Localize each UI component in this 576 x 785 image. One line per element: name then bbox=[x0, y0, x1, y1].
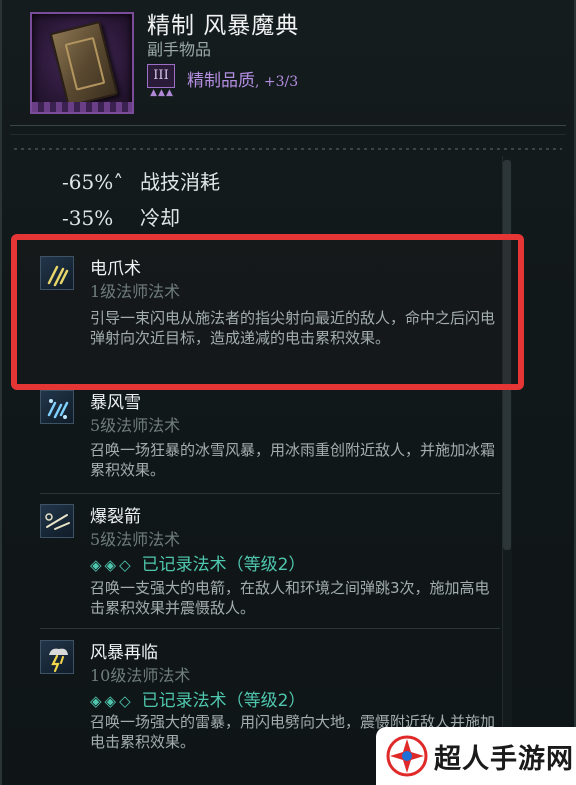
skill-level: 5级法师法术 bbox=[90, 416, 181, 435]
skill-description: 召唤一场狂暴的冰雪风暴，用冰雨重创附近敌人，并施加冰霜累积效果。 bbox=[90, 441, 496, 479]
grimoire-icon bbox=[49, 20, 119, 108]
quality-value: , +3/3 bbox=[255, 74, 299, 90]
site-watermark: 超人手游网 bbox=[376, 727, 576, 785]
item-icon-frame bbox=[30, 12, 134, 114]
quality-label: 精制品质 bbox=[187, 71, 255, 91]
skill-name: 电爪术 bbox=[90, 259, 141, 279]
skill-entry[interactable]: 爆裂箭 5级法师法术 ◈◈◇ 已记录法术（等级2） 召唤一支强大的电箭，在敌人和环… bbox=[40, 502, 500, 620]
recorded-label: 已记录法术（等级2） bbox=[141, 555, 306, 575]
quality-text: 精制品质, +3/3 bbox=[187, 66, 298, 91]
recorded-label: 已记录法术（等级2） bbox=[141, 691, 306, 711]
item-tooltip-panel: 精制 风暴魔典 副手物品 III ▲▲▲ 精制品质, +3/3 -65%˄ 战技消… bbox=[0, 0, 576, 785]
recorded-gems-icon: ◈◈◇ bbox=[90, 556, 134, 574]
stat-value: -35% bbox=[62, 206, 114, 230]
tier-pips-icon: ▲▲▲ bbox=[150, 88, 174, 98]
skill-separator bbox=[40, 493, 500, 494]
stat-label: 冷却 bbox=[140, 206, 180, 230]
skill-name: 暴风雪 bbox=[90, 393, 141, 413]
stat-row: -65%˄ 战技消耗 bbox=[62, 166, 220, 195]
tier-badge: III bbox=[147, 64, 175, 88]
item-header: 精制 风暴魔典 副手物品 III ▲▲▲ 精制品质, +3/3 bbox=[2, 0, 576, 130]
stat-row: -35% 冷却 bbox=[62, 202, 180, 231]
skill-level: 10级法师法术 bbox=[90, 666, 191, 685]
skill-entry[interactable]: 暴风雪 5级法师法术 召唤一场狂暴的冰雪风暴，用冰雨重创附近敌人，并施加冰霜累积… bbox=[40, 388, 500, 479]
stat-label: 战技消耗 bbox=[140, 170, 220, 194]
recorded-spell: ◈◈◇ 已记录法术（等级2） bbox=[90, 686, 305, 711]
skill-level: 5级法师法术 bbox=[90, 530, 181, 549]
skill-description: 召唤一支强大的电箭，在敌人和环境之间弹跳3次，施加高电击累积效果并震慑敌人。 bbox=[90, 579, 490, 617]
watermark-text: 超人手游网 bbox=[434, 744, 574, 775]
skill-entry[interactable]: 电爪术 1级法师法术 引导一束闪电从施法者的指尖射向最近的敌人，命中之后闪电弹射… bbox=[40, 254, 500, 364]
dotted-divider bbox=[14, 148, 562, 150]
item-title: 精制 风暴魔典 bbox=[147, 13, 300, 39]
explosive-bolt-icon bbox=[40, 504, 74, 538]
skill-description: 引导一束闪电从施法者的指尖射向最近的敌人，命中之后闪电弹射向次近目标，造成递减的… bbox=[90, 309, 496, 347]
header-divider bbox=[10, 125, 566, 135]
frame-trim bbox=[32, 102, 132, 112]
skill-name: 风暴再临 bbox=[90, 643, 158, 663]
skill-level: 1级法师法术 bbox=[90, 282, 181, 301]
skill-separator bbox=[40, 628, 500, 629]
thunderstorm-icon bbox=[40, 640, 74, 674]
recorded-gems-icon: ◈◈◇ bbox=[90, 692, 134, 710]
skill-name: 爆裂箭 bbox=[90, 507, 141, 527]
blizzard-icon bbox=[40, 390, 74, 424]
recorded-spell: ◈◈◇ 已记录法术（等级2） bbox=[90, 550, 305, 575]
site-logo-icon bbox=[386, 735, 428, 777]
lightning-claw-icon bbox=[40, 256, 74, 290]
stat-value: -65%˄ bbox=[62, 170, 124, 194]
item-type: 副手物品 bbox=[147, 40, 212, 59]
